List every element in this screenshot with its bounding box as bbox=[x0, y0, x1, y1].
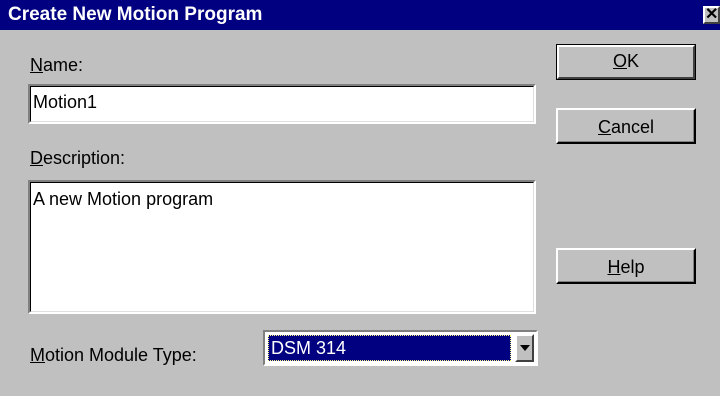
module-type-select[interactable]: DSM 314 bbox=[263, 330, 538, 366]
name-input-value: Motion1 bbox=[33, 92, 98, 112]
ok-button[interactable]: OK bbox=[556, 44, 696, 80]
module-type-selected: DSM 314 bbox=[268, 335, 511, 361]
window-title: Create New Motion Program bbox=[8, 4, 263, 25]
help-button[interactable]: Help bbox=[556, 248, 696, 284]
name-label: Name: bbox=[30, 55, 84, 75]
close-button[interactable]: ✕ bbox=[703, 6, 720, 24]
name-input[interactable]: Motion1 bbox=[28, 84, 536, 124]
cancel-button-label: Cancel bbox=[597, 117, 655, 137]
module-type-label: Motion Module Type: bbox=[30, 345, 197, 365]
chevron-down-icon bbox=[520, 345, 530, 351]
description-label: Description: bbox=[30, 148, 126, 168]
description-textarea[interactable]: A new Motion program bbox=[28, 180, 536, 314]
ok-button-label: OK bbox=[612, 51, 640, 71]
close-icon: ✕ bbox=[705, 6, 719, 23]
description-value: A new Motion program bbox=[33, 189, 214, 209]
dropdown-button[interactable] bbox=[515, 334, 534, 362]
create-motion-program-dialog: Create New Motion Program ✕ Name: Motion… bbox=[0, 0, 720, 396]
help-button-label: Help bbox=[607, 257, 645, 277]
cancel-button[interactable]: Cancel bbox=[556, 108, 696, 144]
title-bar[interactable]: Create New Motion Program ✕ bbox=[0, 0, 720, 30]
